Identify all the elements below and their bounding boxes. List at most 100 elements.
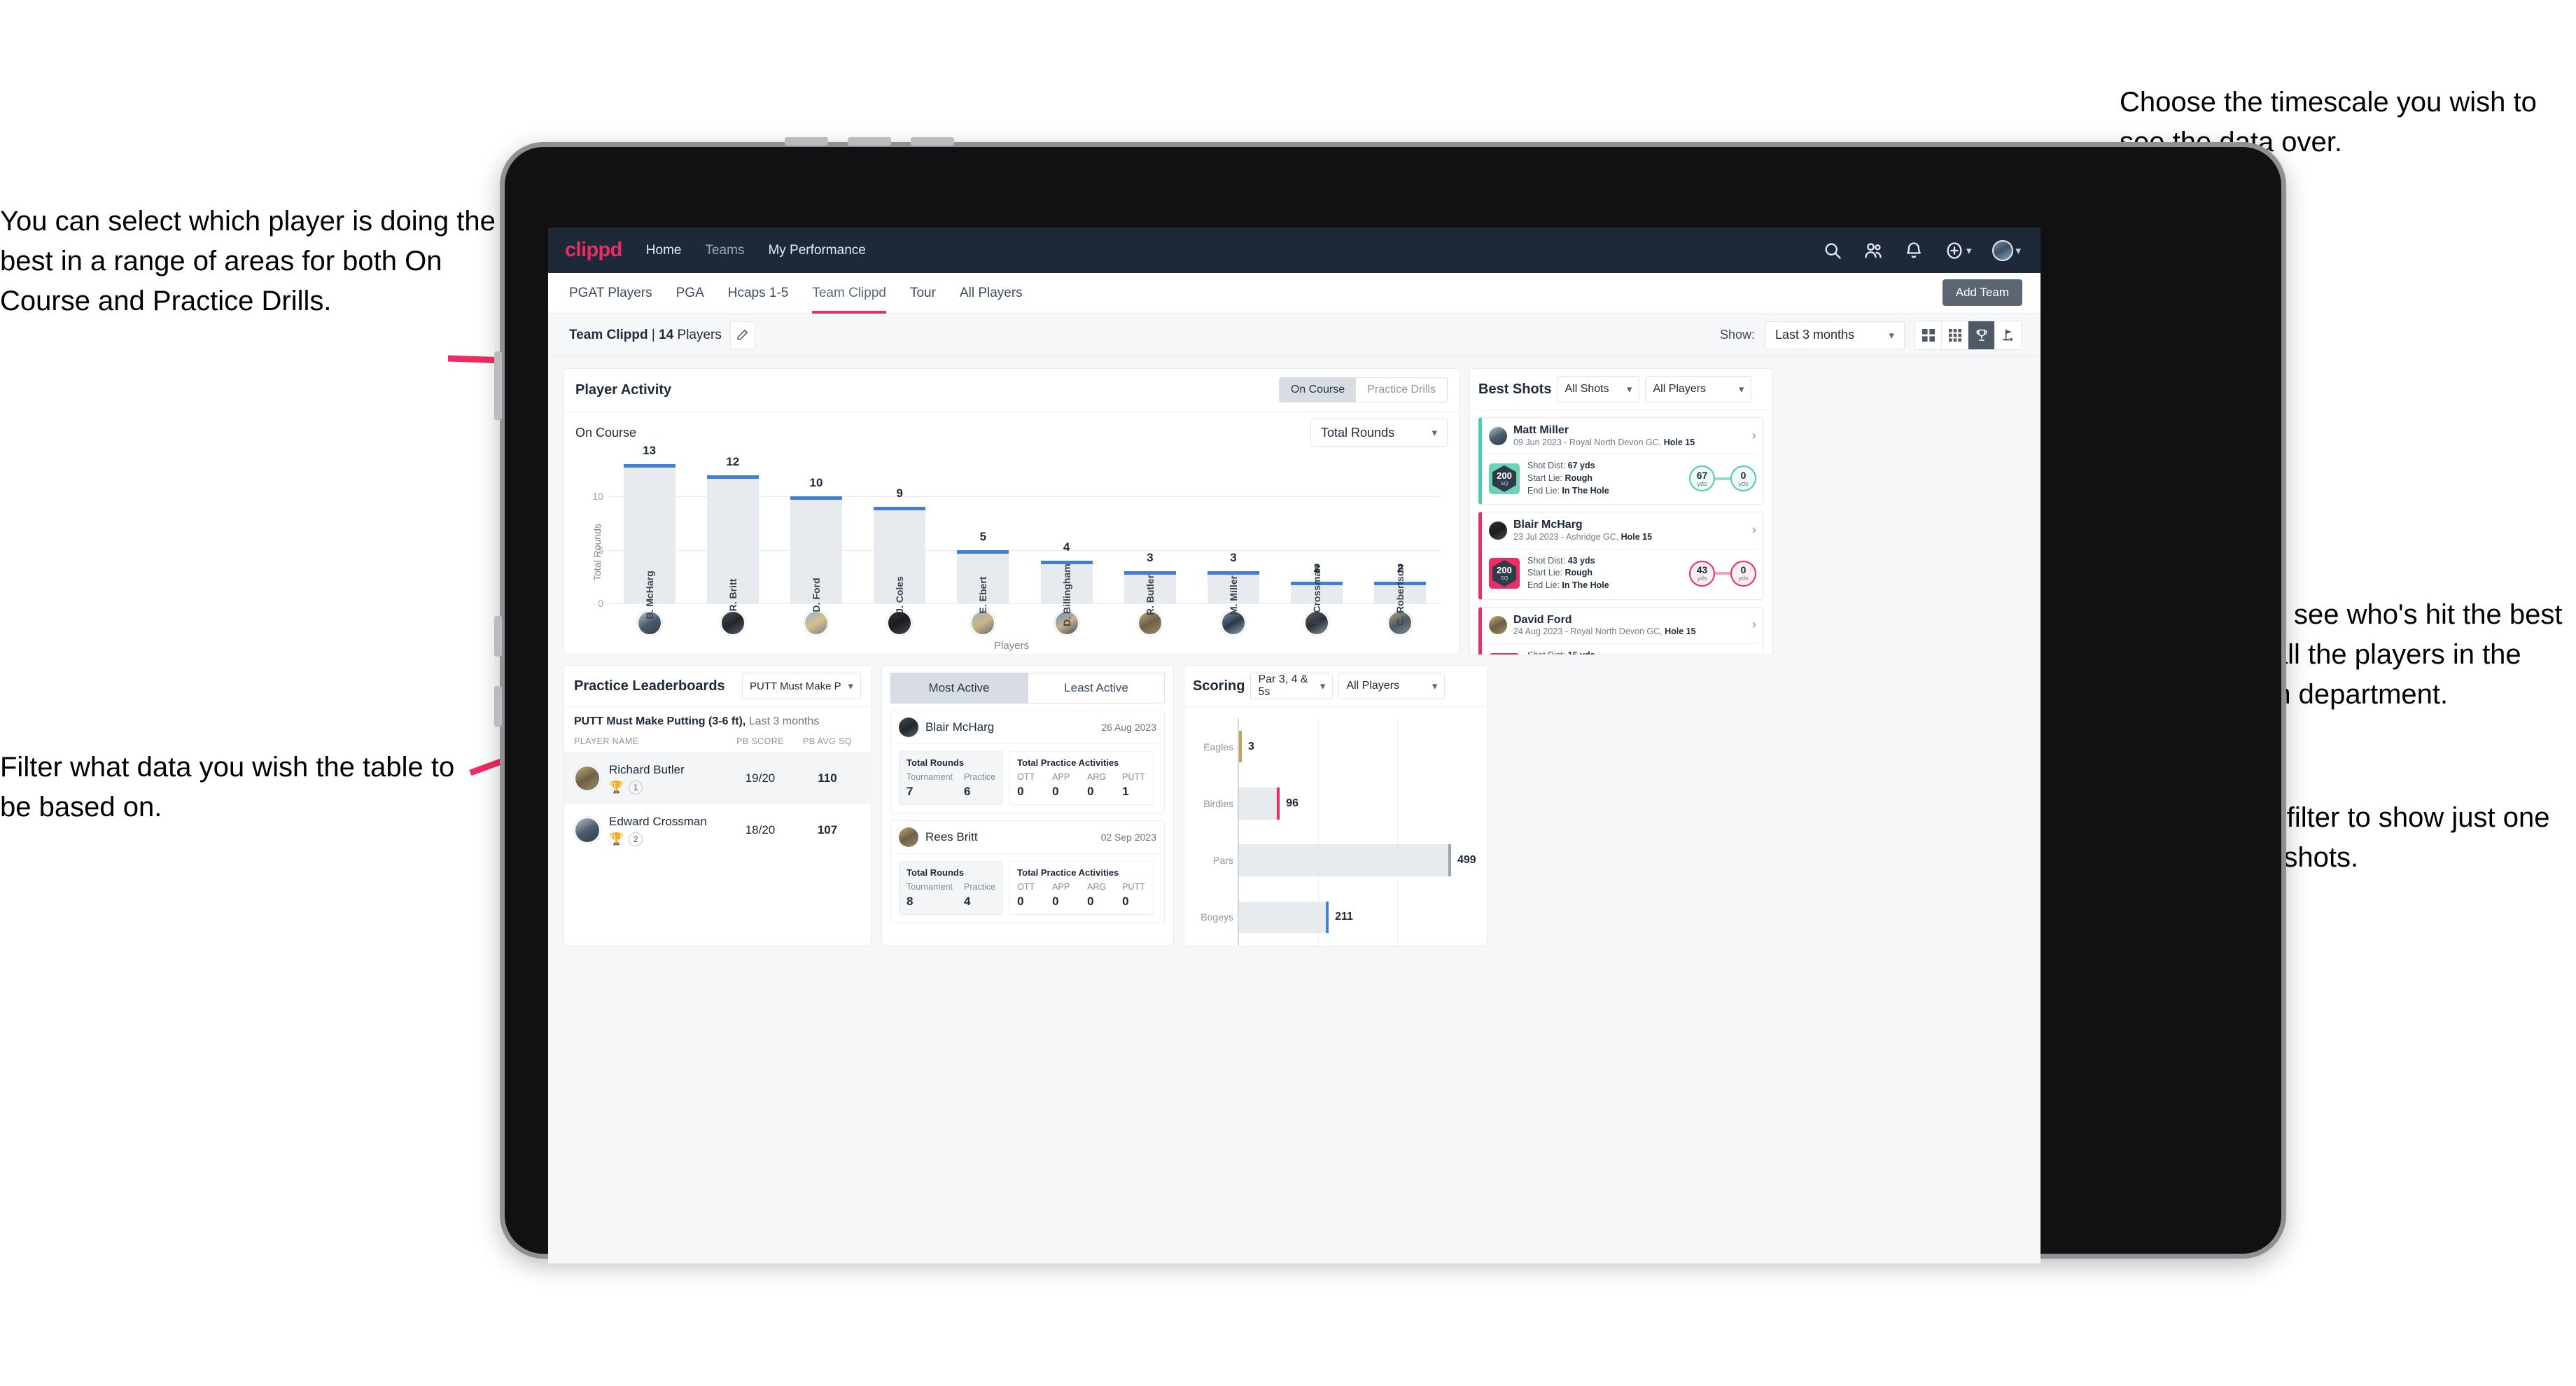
segment-on-course[interactable]: On Course bbox=[1279, 378, 1357, 402]
avatar[interactable] bbox=[720, 610, 746, 636]
distance-to-value: 0 bbox=[1740, 564, 1746, 576]
best-shot-card[interactable]: David Ford 24 Aug 2023 - Royal North Devo… bbox=[1478, 606, 1764, 654]
chart-bar[interactable]: E. Ebert bbox=[957, 550, 1009, 613]
segment-practice-drills[interactable]: Practice Drills bbox=[1356, 378, 1447, 402]
edit-team-button[interactable] bbox=[729, 321, 755, 349]
shot-distance-row: Shot Dist: 67 yds bbox=[1527, 461, 1595, 471]
chart-bar[interactable]: E. Crossman bbox=[1291, 565, 1343, 625]
player-activity-chart: Total Rounds 0 5 10 B. McHarg 13 R. Britt 12 D… bbox=[564, 444, 1459, 654]
chart-bar-column[interactable]: D. Billingham 4 bbox=[1025, 454, 1108, 626]
volume-up-button bbox=[785, 137, 828, 146]
activity-item-header: Rees Britt 02 Sep 2023 bbox=[891, 821, 1164, 853]
stat-label: APP bbox=[1052, 882, 1070, 892]
best-shot-details: Shot Dist: 43 yds Start Lie: Rough End Lie… bbox=[1527, 555, 1609, 592]
player-activity-header: Player Activity On Course Practice Drill… bbox=[564, 369, 1459, 412]
tab-pga[interactable]: PGA bbox=[676, 273, 704, 314]
tab-pgat-players[interactable]: PGAT Players bbox=[569, 273, 652, 314]
chart-bar-column[interactable]: R. Butler 3 bbox=[1108, 454, 1191, 615]
tab-tour[interactable]: Tour bbox=[910, 273, 936, 314]
chart-bar-column[interactable]: E. Ebert 5 bbox=[941, 454, 1025, 613]
chart-bar-column[interactable]: M. Miller 3 bbox=[1191, 454, 1275, 615]
chart-bar-column[interactable]: D. Ford 10 bbox=[774, 454, 858, 612]
scoring-par-filter[interactable]: Par 3, 4 & 5s ▾ bbox=[1250, 673, 1334, 699]
tab-hcaps-1-5[interactable]: Hcaps 1-5 bbox=[728, 273, 789, 314]
column-pb-avg-sq: PB AVG SQ bbox=[802, 736, 853, 746]
people-icon[interactable] bbox=[1863, 241, 1883, 260]
view-toggle-grid-3x3[interactable] bbox=[1942, 321, 1968, 349]
view-toggle-trophy[interactable] bbox=[1968, 321, 1995, 349]
chart-bar-column[interactable]: J. Coles 9 bbox=[858, 454, 941, 614]
chart-bar[interactable]: R. Butler bbox=[1124, 571, 1176, 615]
add-team-button[interactable]: Add Team bbox=[1942, 279, 2022, 306]
chart-bar[interactable]: M. Miller bbox=[1208, 571, 1259, 615]
chart-bar[interactable]: D. Ford bbox=[790, 496, 842, 612]
practice-activities-box: Total Practice Activities OTT 0 APP 0 ARG 0 PUT… bbox=[1009, 751, 1154, 805]
table-row[interactable]: Richard Butler 🏆 1 19/20 110 bbox=[564, 752, 871, 805]
view-toggle-grid-2x2[interactable] bbox=[1915, 321, 1942, 349]
nav-link-teams[interactable]: Teams bbox=[705, 243, 744, 258]
chart-bar[interactable]: B. McHarg bbox=[623, 464, 676, 620]
activity-item[interactable]: Rees Britt 02 Sep 2023 Total Rounds Tournam… bbox=[890, 820, 1165, 923]
scoring-bar-row[interactable]: Bogeys 211 bbox=[1200, 901, 1477, 934]
chart-avatar-cell[interactable] bbox=[858, 610, 941, 636]
avatar bbox=[574, 817, 601, 844]
tab-most-active[interactable]: Most Active bbox=[890, 673, 1028, 704]
nav-link-home[interactable]: Home bbox=[646, 243, 682, 258]
bell-icon[interactable] bbox=[1904, 241, 1924, 260]
avatar bbox=[1489, 426, 1507, 445]
user-menu[interactable]: ▾ bbox=[1992, 239, 2021, 261]
best-shots-shot-filter[interactable]: All Shots ▾ bbox=[1557, 376, 1640, 402]
add-menu[interactable]: ▾ bbox=[1945, 241, 1971, 260]
chart-bar-column[interactable]: R. Britt 12 bbox=[691, 454, 774, 611]
search-icon[interactable] bbox=[1823, 241, 1842, 260]
avatar[interactable] bbox=[970, 610, 996, 636]
chevron-right-icon[interactable]: › bbox=[1752, 523, 1756, 538]
distance-from: 43 yds bbox=[1689, 560, 1715, 587]
table-row[interactable]: Edward Crossman 🏆 2 18/20 107 bbox=[564, 804, 871, 856]
clippd-logo[interactable]: clippd bbox=[565, 239, 622, 262]
tab-team-clippd[interactable]: Team Clippd bbox=[812, 273, 886, 314]
stat-value: 0 bbox=[1087, 785, 1094, 798]
scoring-bar-row[interactable]: Birdies 96 bbox=[1203, 788, 1477, 820]
avatar[interactable] bbox=[1992, 239, 2014, 261]
chevron-right-icon[interactable]: › bbox=[1752, 428, 1756, 444]
chart-bar-column[interactable]: B. McHarg 13 bbox=[608, 444, 691, 620]
chart-avatar-cell[interactable] bbox=[941, 610, 1025, 636]
activity-tabs: Most Active Least Active bbox=[882, 666, 1173, 704]
chart-bar-column[interactable]: C. Robertson 2 bbox=[1359, 454, 1442, 626]
best-shot-meta: 23 Jul 2023 - Ashridge GC, Hole 15 bbox=[1513, 531, 1653, 542]
scoring-bar-row[interactable]: Eagles 3 bbox=[1203, 730, 1477, 763]
timescale-select[interactable]: Last 3 months ▾ bbox=[1765, 321, 1905, 349]
scoring-bar-row[interactable]: Pars 499 bbox=[1213, 844, 1477, 876]
avatar[interactable] bbox=[804, 610, 829, 636]
chart-avatar-cell[interactable] bbox=[691, 610, 774, 636]
plus-circle-icon[interactable] bbox=[1945, 241, 1964, 260]
player-activity-card: Player Activity On Course Practice Drill… bbox=[564, 368, 1460, 655]
best-shot-identity: Blair McHarg 23 Jul 2023 - Ashridge GC, H… bbox=[1513, 518, 1652, 542]
stat-cell: Tournament 8 bbox=[906, 882, 953, 909]
chart-avatar-cell[interactable] bbox=[774, 610, 858, 636]
best-shots-list: Matt Miller 09 Jun 2023 - Royal North Dev… bbox=[1470, 410, 1772, 654]
total-rounds-box: Total Rounds Tournament 7 Practice 6 bbox=[899, 751, 1004, 805]
chart-bar[interactable]: C. Robertson bbox=[1374, 564, 1427, 626]
tab-least-active[interactable]: Least Active bbox=[1028, 673, 1165, 704]
activity-date: 26 Aug 2023 bbox=[1101, 722, 1156, 733]
best-shot-card[interactable]: Blair McHarg 23 Jul 2023 - Ashridge GC, H… bbox=[1478, 512, 1764, 600]
chevron-right-icon[interactable]: › bbox=[1752, 617, 1756, 633]
best-shot-card[interactable]: Matt Miller 09 Jun 2023 - Royal North Dev… bbox=[1478, 417, 1764, 505]
tab-all-players[interactable]: All Players bbox=[960, 273, 1023, 314]
stat-value: 1 bbox=[1122, 785, 1129, 798]
chart-bar-column[interactable]: E. Crossman 2 bbox=[1275, 454, 1359, 625]
drill-select[interactable]: PUTT Must Make Putting ... ▾ bbox=[742, 673, 861, 699]
chart-bar[interactable]: D. Billingham bbox=[1040, 560, 1093, 626]
chart-bar[interactable]: J. Coles bbox=[874, 507, 926, 614]
best-shots-player-filter[interactable]: All Players ▾ bbox=[1645, 376, 1752, 402]
avatar[interactable] bbox=[887, 610, 913, 636]
scoring-player-filter[interactable]: All Players ▾ bbox=[1338, 673, 1446, 699]
activity-item[interactable]: Blair McHarg 26 Aug 2023 Total Rounds Tourn… bbox=[890, 710, 1165, 813]
view-toggle-golf-flag[interactable] bbox=[1995, 321, 2022, 349]
metric-select[interactable]: Total Rounds ▾ bbox=[1310, 419, 1448, 447]
chart-bar[interactable]: R. Britt bbox=[706, 475, 759, 611]
stat-cell: Practice 6 bbox=[964, 772, 995, 799]
nav-link-my-performance[interactable]: My Performance bbox=[768, 243, 865, 258]
